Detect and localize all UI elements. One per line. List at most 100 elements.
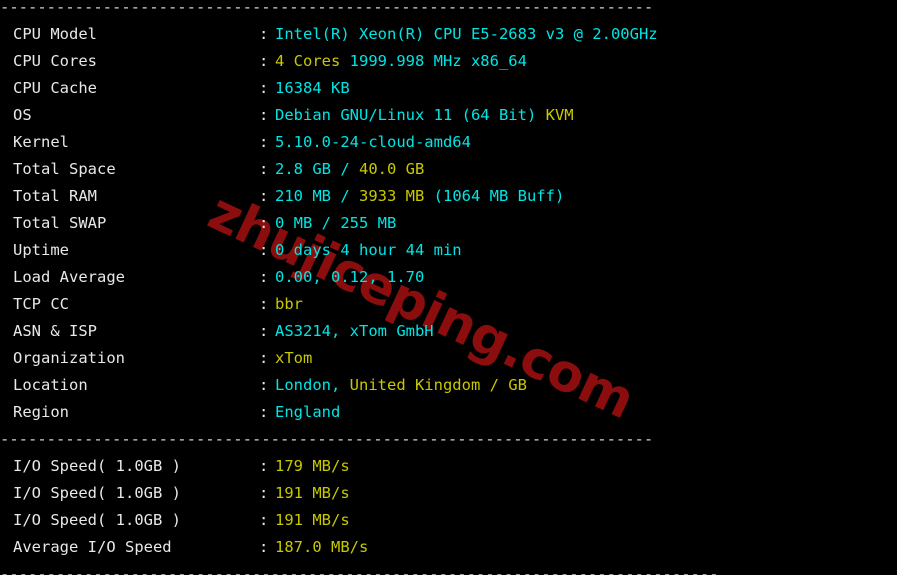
info-value: Debian GNU/Linux 11 (64 Bit) KVM [275, 106, 574, 124]
info-value-segment: Debian GNU/Linux 11 (64 Bit) [275, 106, 546, 124]
info-row: CPU Cache:16384 KB [0, 75, 897, 102]
info-value-segment: London, [275, 376, 350, 394]
info-label: Kernel [13, 133, 69, 151]
info-label: I/O Speed( 1.0GB ) [13, 484, 181, 502]
info-label: Uptime [13, 241, 69, 259]
terminal-window: zhujiceping.com ------------------------… [0, 0, 897, 575]
terminal-output: ----------------------------------------… [0, 0, 897, 575]
info-value: 0.00, 0.12, 1.70 [275, 268, 424, 286]
info-colon: : [259, 268, 269, 286]
info-colon: : [259, 484, 269, 502]
io-test-block: I/O Speed( 1.0GB ):179 MB/s I/O Speed( 1.… [0, 453, 897, 561]
info-value: England [275, 403, 340, 421]
info-value: Intel(R) Xeon(R) CPU E5-2683 v3 @ 2.00GH… [275, 25, 658, 43]
info-value: xTom [275, 349, 312, 367]
info-value-segment: 0.00, 0.12, 1.70 [275, 268, 425, 286]
info-value: 187.0 MB/s [275, 538, 368, 556]
info-value: AS3214, xTom GmbH [275, 322, 434, 340]
info-value-segment: 187.0 MB/s [275, 538, 369, 556]
info-value-segment: 191 MB/s [275, 484, 350, 502]
info-label: TCP CC [13, 295, 69, 313]
info-value-segment: AS3214, xTom GmbH [275, 322, 434, 340]
info-row: I/O Speed( 1.0GB ):179 MB/s [0, 453, 897, 480]
info-colon: : [259, 79, 269, 97]
info-label: Total Space [13, 160, 116, 178]
info-label: Region [13, 403, 69, 421]
info-value-segment: bbr [275, 295, 303, 313]
separator-middle: ----------------------------------------… [0, 430, 654, 448]
info-value: 0 MB / 255 MB [275, 214, 396, 232]
info-colon: : [259, 187, 269, 205]
info-label: I/O Speed( 1.0GB ) [13, 511, 181, 529]
separator-top: ----------------------------------------… [0, 0, 654, 16]
info-value-segment: 179 MB/s [275, 457, 350, 475]
info-label: Total RAM [13, 187, 97, 205]
info-colon: : [259, 322, 269, 340]
info-value-segment: 3933 MB [359, 187, 434, 205]
info-row: TCP CC: bbr [0, 291, 897, 318]
info-value-segment: 5.10.0-24-cloud-amd64 [275, 133, 471, 151]
info-label: Average I/O Speed [13, 538, 172, 556]
info-row: Total SWAP:0 MB / 255 MB [0, 210, 897, 237]
separator-bottom: ----------------------------------------… [0, 565, 719, 575]
info-row: Organization: xTom [0, 345, 897, 372]
info-label: ASN & ISP [13, 322, 97, 340]
system-info-block: CPU Model: Intel(R) Xeon(R) CPU E5-2683 v… [0, 21, 897, 426]
info-colon: : [259, 106, 269, 124]
info-label: CPU Cores [13, 52, 97, 70]
info-value-segment: Intel(R) Xeon(R) CPU E5-2683 v3 @ 2.00GH… [275, 25, 658, 43]
info-colon: : [259, 376, 269, 394]
info-value: 2.8 GB / 40.0 GB [275, 160, 424, 178]
info-value: 5.10.0-24-cloud-amd64 [275, 133, 471, 151]
info-colon: : [259, 295, 269, 313]
info-value-segment: 2.8 GB / [275, 160, 359, 178]
info-row: Uptime:0 days 4 hour 44 min [0, 237, 897, 264]
info-row: I/O Speed( 1.0GB ):191 MB/s [0, 507, 897, 534]
info-value-segment: 16384 KB [275, 79, 350, 97]
info-row: CPU Cores:4 Cores 1999.998 MHz x86_64 [0, 48, 897, 75]
info-colon: : [259, 457, 269, 475]
info-label: Organization [13, 349, 125, 367]
info-row: OS: Debian GNU/Linux 11 (64 Bit) KVM [0, 102, 897, 129]
info-row: Total RAM:210 MB / 3933 MB (1064 MB Buff… [0, 183, 897, 210]
info-value: 191 MB/s [275, 511, 350, 529]
info-colon: : [259, 133, 269, 151]
info-value-segment: 4 Cores [275, 52, 350, 70]
info-label: OS [13, 106, 32, 124]
info-label: CPU Cache [13, 79, 97, 97]
info-label: I/O Speed( 1.0GB ) [13, 457, 181, 475]
info-row: Kernel:5.10.0-24-cloud-amd64 [0, 129, 897, 156]
info-value: London, United Kingdom / GB [275, 376, 527, 394]
info-label: CPU Model [13, 25, 97, 43]
info-value-segment: 0 days 4 hour 44 min [275, 241, 462, 259]
info-value: 4 Cores 1999.998 MHz x86_64 [275, 52, 527, 70]
info-value-segment: United Kingdom / GB [349, 376, 527, 394]
info-value-segment: 1999.998 MHz x86_64 [349, 52, 527, 70]
info-label: Location [13, 376, 88, 394]
info-value-segment: KVM [545, 106, 574, 124]
info-value: 210 MB / 3933 MB (1064 MB Buff) [275, 187, 564, 205]
info-label: Load Average [13, 268, 125, 286]
info-value-segment: 210 MB / [275, 187, 359, 205]
info-colon: : [259, 241, 269, 259]
info-row: ASN & ISP: AS3214, xTom GmbH [0, 318, 897, 345]
info-label: Total SWAP [13, 214, 107, 232]
info-value: 179 MB/s [275, 457, 350, 475]
info-value-segment: 40.0 GB [359, 160, 425, 178]
info-row: Load Average:0.00, 0.12, 1.70 [0, 264, 897, 291]
info-colon: : [259, 52, 269, 70]
info-value-segment: 191 MB/s [275, 511, 350, 529]
info-value-segment: (1064 MB Buff) [433, 187, 565, 205]
info-value: 0 days 4 hour 44 min [275, 241, 462, 259]
info-colon: : [259, 403, 269, 421]
info-value: bbr [275, 295, 303, 313]
info-row: CPU Model: Intel(R) Xeon(R) CPU E5-2683 v… [0, 21, 897, 48]
info-colon: : [259, 511, 269, 529]
info-value-segment: xTom [275, 349, 313, 367]
info-value: 191 MB/s [275, 484, 350, 502]
info-colon: : [259, 160, 269, 178]
info-row: Region: England [0, 399, 897, 426]
info-value: 16384 KB [275, 79, 350, 97]
info-value-segment: England [275, 403, 341, 421]
info-row: Location: London, United Kingdom / GB [0, 372, 897, 399]
